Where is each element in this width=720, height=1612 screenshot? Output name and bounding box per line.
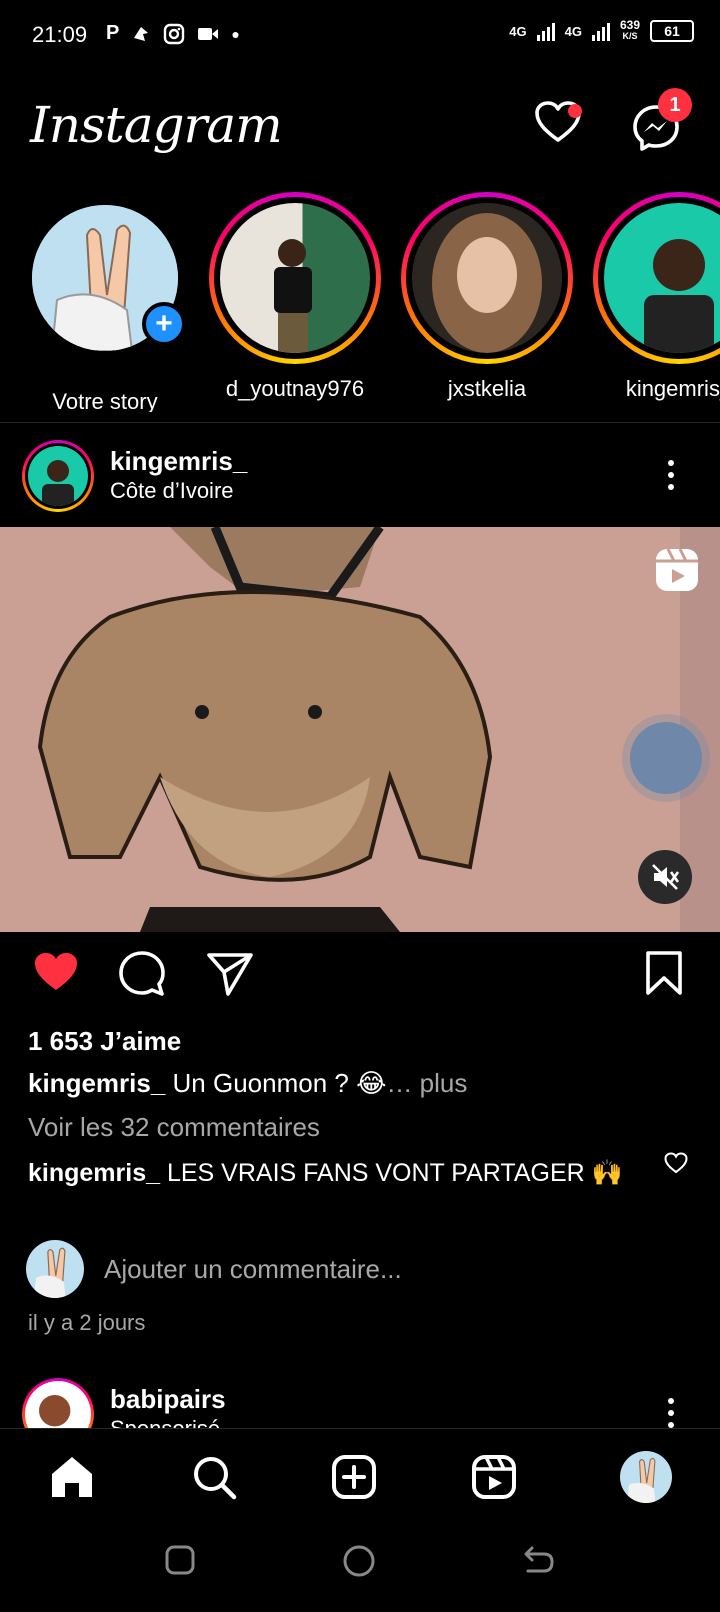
- notification-app-icon: [134, 26, 149, 41]
- home-button-icon[interactable]: [342, 1544, 376, 1578]
- network-speed-value: 639: [619, 18, 640, 32]
- story-avatar: [604, 203, 720, 353]
- instagram-logo[interactable]: Instagram: [30, 96, 283, 154]
- reels-icon: [656, 548, 698, 591]
- back-icon[interactable]: [522, 1544, 556, 1576]
- story-label: d_youtnay976: [225, 376, 365, 401]
- story-own[interactable]: + Votre story: [10, 192, 200, 412]
- comment-username[interactable]: kingemris_: [28, 1159, 160, 1187]
- profile-avatar: [620, 1451, 672, 1503]
- post-timestamp: il y a 2 jours: [28, 1310, 146, 1335]
- nav-home[interactable]: [42, 1449, 102, 1505]
- post-media-reel[interactable]: [0, 527, 720, 932]
- post-location[interactable]: Côte d’Ivoire: [110, 478, 234, 504]
- post-options-icon[interactable]: [668, 460, 674, 490]
- signal-icon-1: [536, 21, 555, 41]
- signal-icon-2: [591, 21, 610, 41]
- cartoon-image: [0, 527, 720, 932]
- story-ring: [19, 205, 191, 377]
- story-ring: [401, 192, 573, 364]
- story-ring: [209, 192, 381, 364]
- add-comment-row[interactable]: Ajouter un commentaire...: [26, 1240, 706, 1298]
- network-speed-unit: K/S: [622, 31, 638, 41]
- add-story-plus-icon[interactable]: +: [142, 302, 186, 346]
- status-right-icons: 4G 4G 639 K/S 61: [509, 18, 694, 42]
- system-navigation-bar: [0, 1518, 720, 1612]
- share-send-icon[interactable]: [206, 950, 254, 998]
- author-photo: [28, 446, 88, 506]
- recent-apps-icon[interactable]: [164, 1544, 196, 1576]
- next-post-sponsored: Sponsorisé: [110, 1416, 220, 1428]
- story-label: kingemris_: [625, 376, 720, 401]
- comment-icon[interactable]: [118, 950, 166, 998]
- caption-more-link[interactable]: … plus: [386, 1068, 467, 1098]
- story-item[interactable]: d_youtnay976: [200, 192, 390, 402]
- network-type-1: 4G: [509, 23, 527, 39]
- story-item[interactable]: kingemris_: [584, 192, 720, 402]
- instagram-notification-icon: [164, 23, 185, 44]
- next-post-avatar[interactable]: [22, 1378, 94, 1428]
- current-user-avatar: [26, 1240, 84, 1298]
- post-username[interactable]: kingemris_: [110, 446, 247, 477]
- nav-reels[interactable]: [464, 1449, 524, 1505]
- story-avatar: [412, 203, 562, 353]
- status-time: 21:09: [32, 22, 88, 47]
- likes-count[interactable]: 1 653 J’aime: [28, 1026, 181, 1057]
- view-comments-link[interactable]: Voir les 32 commentaires: [28, 1112, 320, 1143]
- bottom-nav: [0, 1428, 720, 1518]
- divider: [0, 422, 720, 423]
- messages-badge: 1: [658, 88, 692, 122]
- add-comment-input[interactable]: Ajouter un commentaire...: [104, 1254, 402, 1285]
- post-actions: [0, 950, 720, 1010]
- stories-tray[interactable]: + Votre story d_youtnay976 jxstkelia kin…: [0, 192, 720, 412]
- nav-search[interactable]: [184, 1449, 244, 1505]
- comment-like-icon[interactable]: [664, 1152, 688, 1174]
- reels-icon: [472, 1455, 516, 1499]
- next-post-options-icon[interactable]: [668, 1398, 674, 1428]
- battery-level: 61: [664, 23, 680, 39]
- nav-profile[interactable]: [616, 1449, 676, 1505]
- post-header: kingemris_ Côte d’Ivoire: [0, 430, 720, 526]
- home-icon: [52, 1457, 92, 1497]
- story-ring: [593, 192, 720, 364]
- caption-text: Un Guonmon ? 😂: [165, 1068, 387, 1098]
- story-label: Votre story: [52, 389, 158, 412]
- battery-icon: 61: [650, 20, 694, 42]
- floating-bubble[interactable]: [630, 722, 702, 794]
- post-author-avatar[interactable]: [22, 440, 94, 512]
- caption-username[interactable]: kingemris_: [28, 1068, 165, 1098]
- search-icon: [194, 1457, 237, 1500]
- story-item[interactable]: jxstkelia: [392, 192, 582, 402]
- nav-create[interactable]: [324, 1449, 384, 1505]
- bookmark-icon[interactable]: [644, 950, 684, 996]
- status-notification-icons: P ●: [106, 22, 240, 45]
- network-type-2: 4G: [564, 23, 582, 39]
- comment-item: kingemris_ LES VRAIS FANS VONT PARTAGER …: [28, 1154, 628, 1192]
- mute-icon[interactable]: [638, 850, 692, 904]
- create-icon: [332, 1455, 376, 1499]
- video-call-icon: [198, 27, 219, 40]
- story-label: jxstkelia: [447, 376, 527, 401]
- story-avatar: [220, 203, 370, 353]
- next-post-header: babipairs Sponsorisé: [0, 1378, 720, 1428]
- network-speed: 639 K/S: [619, 18, 640, 42]
- post-caption[interactable]: kingemris_ Un Guonmon ? 😂… plus: [28, 1068, 467, 1099]
- status-bar: 21:09 P ● 4G 4G 639 K/S 61: [0, 0, 720, 72]
- comment-text: LES VRAIS FANS VONT PARTAGER 🙌: [160, 1159, 623, 1187]
- more-notifications-dot: ●: [231, 25, 240, 42]
- parking-icon: P: [106, 22, 120, 44]
- next-post-username[interactable]: babipairs: [110, 1384, 226, 1415]
- like-heart-icon[interactable]: [32, 950, 80, 994]
- notification-dot: [568, 104, 582, 118]
